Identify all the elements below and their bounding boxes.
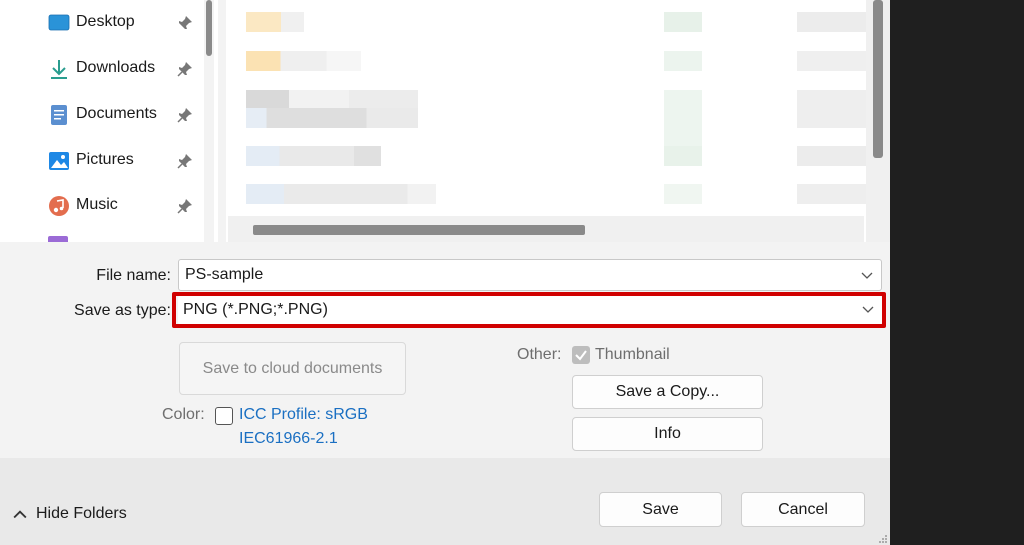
music-icon bbox=[49, 196, 69, 216]
save-to-cloud-button[interactable]: Save to cloud documents bbox=[179, 342, 406, 395]
sidebar-item-label: Desktop bbox=[76, 13, 135, 30]
list-item[interactable] bbox=[246, 184, 436, 204]
file-name-value[interactable]: PS-sample bbox=[185, 266, 263, 284]
column-value bbox=[664, 184, 702, 204]
sidebar-item-desktop[interactable]: Desktop bbox=[0, 2, 200, 42]
icc-profile-checkbox[interactable] bbox=[215, 407, 233, 425]
save-a-copy-label: Save a Copy... bbox=[615, 383, 720, 400]
picture-icon bbox=[49, 152, 69, 170]
pin-icon[interactable] bbox=[176, 152, 194, 170]
download-arrow-icon bbox=[51, 60, 67, 79]
sidebar-item-partial bbox=[48, 236, 68, 242]
save-button[interactable]: Save bbox=[599, 492, 722, 527]
column-value bbox=[664, 90, 702, 146]
list-item[interactable] bbox=[246, 90, 418, 110]
column-value bbox=[797, 146, 867, 166]
save-to-cloud-label: Save to cloud documents bbox=[202, 359, 383, 377]
sidebar-scrollbar-thumb[interactable] bbox=[206, 0, 212, 56]
sidebar-item-pictures[interactable]: Pictures bbox=[0, 140, 200, 180]
info-button[interactable]: Info bbox=[572, 417, 763, 451]
column-value bbox=[797, 51, 867, 71]
list-item[interactable] bbox=[246, 146, 381, 166]
icc-profile-line1: ICC Profile: sRGB bbox=[239, 406, 368, 423]
sidebar-item-documents[interactable]: Documents bbox=[0, 94, 200, 134]
column-value bbox=[664, 51, 702, 71]
pin-icon[interactable] bbox=[176, 197, 194, 215]
horizontal-scrollbar-thumb[interactable] bbox=[253, 225, 585, 235]
file-list[interactable] bbox=[226, 0, 890, 242]
thumbnail-label: Thumbnail bbox=[595, 346, 670, 363]
file-name-label: File name: bbox=[96, 267, 171, 284]
pin-icon[interactable] bbox=[176, 60, 194, 78]
sidebar-item-label: Music bbox=[76, 196, 118, 213]
pin-icon[interactable] bbox=[176, 14, 194, 32]
list-item[interactable] bbox=[246, 108, 418, 128]
hide-folders-toggle[interactable]: Hide Folders bbox=[10, 503, 127, 525]
highlight-box bbox=[172, 292, 886, 328]
cancel-label: Cancel bbox=[778, 500, 828, 518]
cancel-button[interactable]: Cancel bbox=[741, 492, 865, 527]
save-dialog: Desktop Downloads Documents Pictures Mus… bbox=[0, 0, 890, 545]
sidebar-item-downloads[interactable]: Downloads bbox=[0, 48, 200, 88]
other-label: Other: bbox=[517, 346, 562, 363]
column-value bbox=[797, 90, 867, 128]
desktop-icon bbox=[48, 14, 70, 31]
navigation-pane: Desktop Downloads Documents Pictures Mus… bbox=[0, 0, 218, 242]
pin-icon[interactable] bbox=[176, 106, 194, 124]
list-item[interactable] bbox=[246, 51, 361, 71]
info-label: Info bbox=[654, 425, 681, 442]
file-name-field[interactable]: PS-sample bbox=[178, 259, 882, 291]
checkmark-icon bbox=[575, 350, 587, 361]
sidebar-item-label: Documents bbox=[76, 105, 157, 122]
save-label: Save bbox=[642, 500, 679, 518]
chevron-up-icon bbox=[13, 510, 27, 519]
column-value bbox=[664, 146, 702, 166]
list-item[interactable] bbox=[246, 12, 304, 32]
resize-grip-icon[interactable] bbox=[878, 534, 888, 544]
sidebar-item-music[interactable]: Music bbox=[0, 185, 200, 225]
icc-profile-line2: IEC61966-2.1 bbox=[239, 430, 338, 447]
document-icon bbox=[51, 105, 67, 125]
chevron-down-icon[interactable] bbox=[861, 272, 873, 280]
column-value bbox=[797, 184, 867, 204]
sidebar-item-label: Downloads bbox=[76, 59, 156, 76]
vertical-scrollbar-thumb[interactable] bbox=[873, 0, 883, 158]
save-type-label: Save as type: bbox=[74, 302, 171, 319]
column-value bbox=[664, 12, 702, 32]
color-label: Color: bbox=[162, 406, 205, 423]
thumbnail-checkbox[interactable] bbox=[572, 346, 590, 364]
hide-folders-label: Hide Folders bbox=[36, 505, 127, 522]
save-a-copy-button[interactable]: Save a Copy... bbox=[572, 375, 763, 409]
sidebar-item-label: Pictures bbox=[76, 151, 134, 168]
column-value bbox=[797, 12, 867, 32]
